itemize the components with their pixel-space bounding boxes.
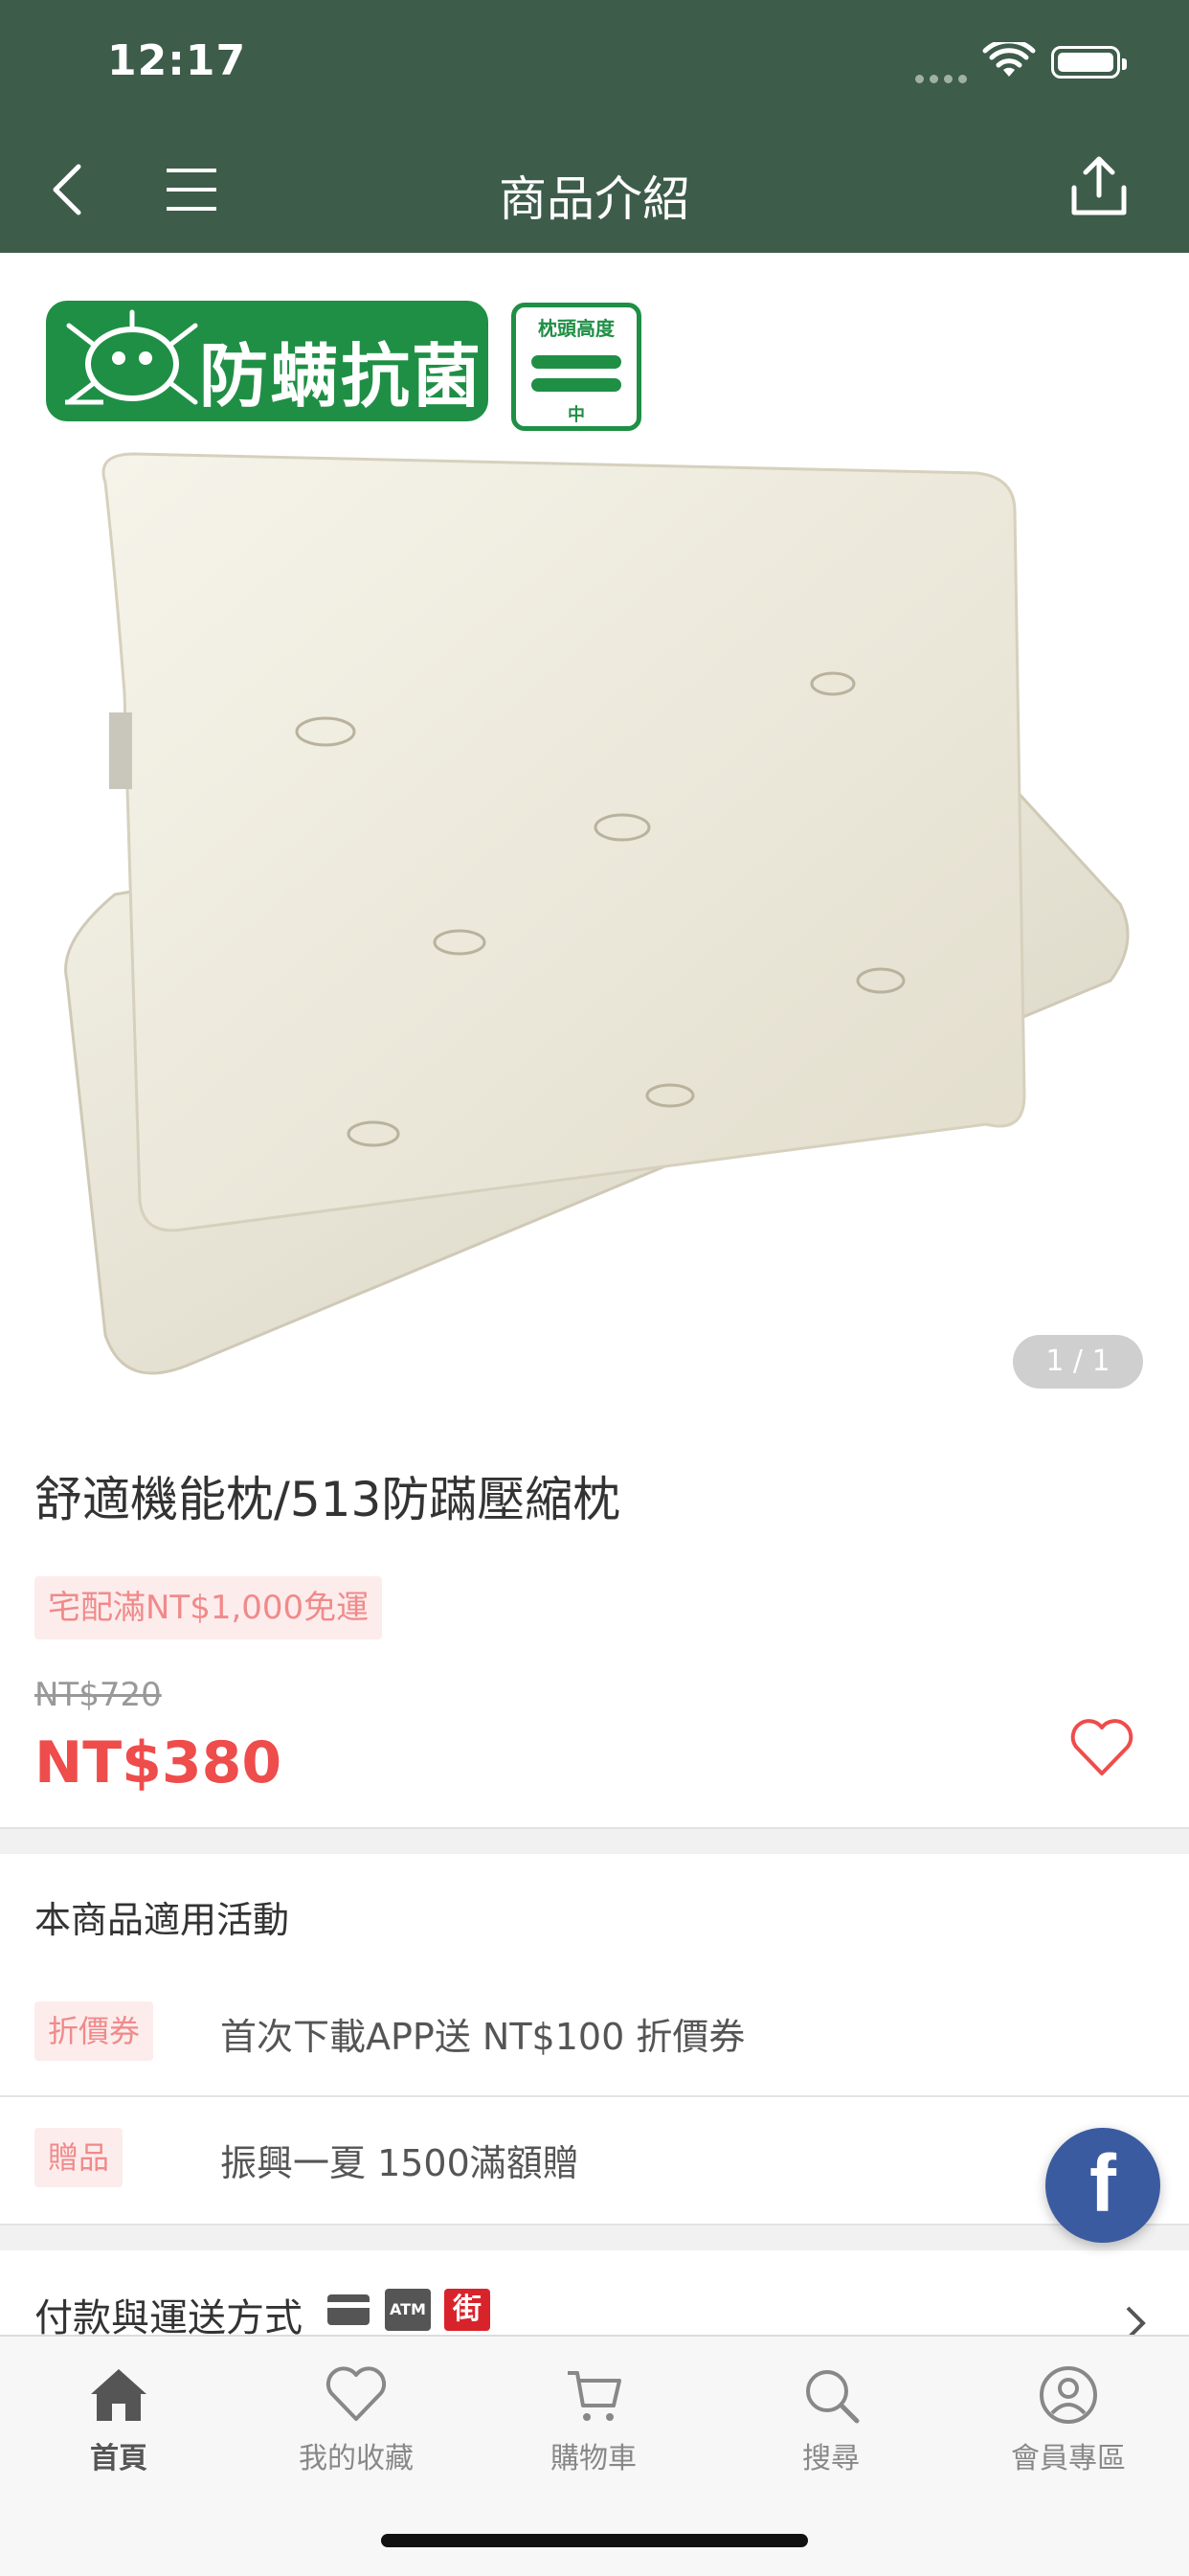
facebook-icon: f <box>1089 2138 1116 2228</box>
section-divider <box>0 2224 1189 2250</box>
shipping-tag: 宅配滿NT$1,000免運 <box>34 1576 383 1639</box>
share-icon[interactable] <box>1068 153 1130 218</box>
promotion-tag: 折價券 <box>34 2001 154 2061</box>
tab-label: 會員專區 <box>1011 2442 1126 2475</box>
original-price: NT$720 <box>34 1676 162 1714</box>
promotions-header: 本商品適用活動 <box>34 1899 290 1941</box>
tab-label: 購物車 <box>550 2442 637 2475</box>
promotion-text: 首次下載APP送 NT$100 折價券 <box>220 2016 746 2058</box>
tab-cart[interactable]: 購物車 <box>498 2361 689 2476</box>
promotion-row-gift[interactable]: 贈品 振興一夏 1500滿額贈 <box>0 2095 1189 2222</box>
home-indicator <box>381 2534 808 2547</box>
tab-label: 我的收藏 <box>299 2442 414 2475</box>
tab-favorites[interactable]: 我的收藏 <box>260 2361 452 2476</box>
mite-icon <box>65 309 198 405</box>
cellular-signal-icon <box>915 69 973 83</box>
search-icon <box>806 2370 860 2424</box>
home-icon <box>91 2369 146 2421</box>
promotion-text: 振興一夏 1500滿額贈 <box>220 2142 579 2184</box>
sale-price: NT$380 <box>34 1729 282 1796</box>
product-photo <box>64 452 1130 1375</box>
anti-mite-badge: 防螨抗菌 <box>46 301 488 421</box>
image-page-indicator: 1 / 1 <box>1013 1335 1143 1389</box>
facebook-share-button[interactable]: f <box>1045 2128 1160 2243</box>
heart-icon <box>325 2366 387 2421</box>
tab-home[interactable]: 首頁 <box>23 2361 214 2476</box>
tab-label: 搜尋 <box>802 2442 860 2475</box>
pillow-height-badge: 枕頭高度 中 <box>511 303 641 431</box>
badge-text: 防螨抗菌 <box>199 336 483 417</box>
height-badge-value: 中 <box>568 405 585 425</box>
favorite-heart-icon[interactable] <box>1068 1718 1135 1777</box>
tab-label: 首頁 <box>90 2442 147 2475</box>
user-icon <box>1040 2366 1097 2424</box>
tab-member[interactable]: 會員專區 <box>973 2361 1164 2476</box>
top-bar: 12:17 商品介紹 <box>0 0 1189 253</box>
promotion-tag: 贈品 <box>34 2128 123 2187</box>
tab-search[interactable]: 搜尋 <box>735 2361 927 2476</box>
cart-icon <box>568 2371 621 2421</box>
section-divider <box>0 1827 1189 1854</box>
credit-card-icon <box>327 2294 370 2325</box>
product-title: 舒適機能枕/513防蹣壓縮枕 <box>34 1472 621 1527</box>
page-title: 商品介紹 <box>499 171 690 227</box>
atm-icon: ATM <box>385 2289 431 2331</box>
promotion-row-coupon[interactable]: 折價券 首次下載APP送 NT$100 折價券 <box>0 1969 1189 2097</box>
product-image-carousel[interactable]: 防螨抗菌 枕頭高度 中 1 / 1 <box>0 253 1189 1415</box>
battery-icon <box>1051 46 1127 79</box>
wifi-icon <box>982 42 1036 77</box>
payment-shipping-row[interactable]: 付款與運送方式 ATM 街 <box>0 2275 1189 2340</box>
status-time: 12:17 <box>107 36 247 85</box>
height-badge-title: 枕頭高度 <box>538 317 615 340</box>
street-store-icon: 街 <box>444 2289 490 2331</box>
